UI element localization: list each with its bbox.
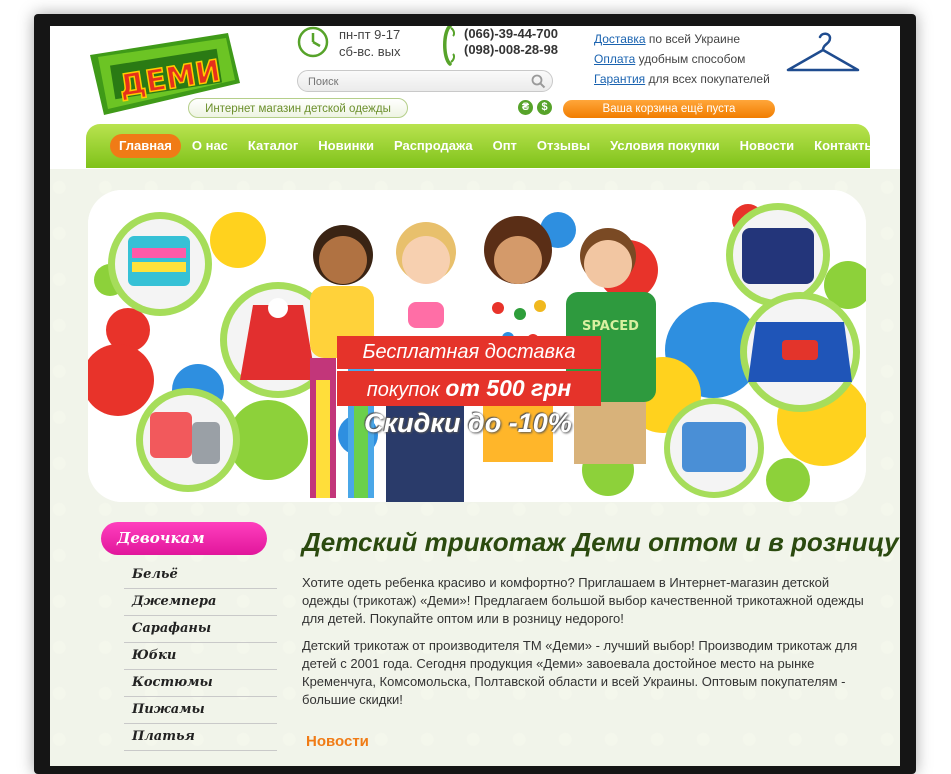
nav-items: Главная О нас Каталог Новинки Распродажа… [110, 134, 884, 158]
hanger-icon [786, 32, 860, 72]
nav-item-news[interactable]: Новости [731, 134, 804, 158]
payment-link[interactable]: Оплата [594, 52, 635, 66]
page-title: Детский трикотаж Деми оптом и в розницу [302, 527, 899, 557]
nav-item-sale[interactable]: Распродажа [385, 134, 482, 158]
web-page: ДЕМИ Интернет магазин детской одежды пн-… [50, 26, 900, 766]
currency-uah-button[interactable]: ₴ [518, 100, 533, 115]
category-list: Бельё Джемпера Сарафаны Юбки Костюмы Пиж… [124, 562, 277, 751]
nav-item-new[interactable]: Новинки [309, 134, 383, 158]
category-item-pajamas[interactable]: Пижамы [124, 697, 277, 724]
guarantee-text: для всех покупателей [645, 72, 770, 86]
delivery-text: по всей Украине [645, 32, 741, 46]
category-item-underwear[interactable]: Бельё [124, 562, 277, 589]
promo-min-order-prefix: покупок [366, 379, 446, 401]
hours-weekdays: пн-пт 9-17 [339, 27, 401, 42]
nav-item-wholesale[interactable]: Опт [484, 134, 526, 158]
search-box [297, 70, 553, 92]
nav-item-reviews[interactable]: Отзывы [528, 134, 599, 158]
phone-numbers: (066)-39-44-700 (098)-008-28-98 [464, 26, 558, 58]
promo-banner[interactable]: SPACED Бесплатная доставка покупок от 50… [88, 190, 866, 502]
category-item-dresses[interactable]: Платья [124, 724, 277, 751]
svg-text:SPACED: SPACED [582, 319, 639, 334]
category-item-sundresses[interactable]: Сарафаны [124, 616, 277, 643]
promo-min-order-value: от 500 грн [445, 375, 572, 401]
nav-item-catalog[interactable]: Каталог [239, 134, 307, 158]
category-girls-button[interactable]: Девочкам [101, 522, 267, 555]
cart-button[interactable]: Ваша корзина ещё пуста [563, 100, 775, 118]
delivery-link[interactable]: Доставка [594, 32, 646, 46]
search-input[interactable] [306, 73, 530, 91]
guarantee-link[interactable]: Гарантия [594, 72, 645, 86]
nav-item-terms[interactable]: Условия покупки [601, 134, 729, 158]
phone-icon [443, 26, 456, 66]
logo-slogan: Интернет магазин детской одежды [188, 98, 408, 118]
category-item-suits[interactable]: Костюмы [124, 670, 277, 697]
promo-free-delivery: Бесплатная доставка [337, 336, 601, 369]
promo-min-order: покупок от 500 грн [337, 371, 601, 406]
currency-usd-button[interactable]: $ [537, 100, 552, 115]
hours-weekend: сб-вс. вых [339, 44, 401, 59]
intro-paragraph-1: Хотите одеть ребенка красиво и комфортно… [302, 575, 864, 626]
category-item-jumpers[interactable]: Джемпера [124, 589, 277, 616]
nav-item-home[interactable]: Главная [110, 134, 181, 158]
news-heading[interactable]: Новости [306, 733, 369, 750]
nav-item-contacts[interactable]: Контакты [805, 134, 884, 158]
info-payment: Оплата удобным способом [594, 49, 770, 69]
phone-number-1[interactable]: (066)-39-44-700 [464, 26, 558, 42]
info-guarantee: Гарантия для всех покупателей [594, 69, 770, 89]
promo-discount: Скидки до -10% [364, 408, 572, 438]
clock-icon [297, 26, 329, 58]
working-hours: пн-пт 9-17 сб-вс. вых [339, 26, 401, 60]
main-nav: Главная О нас Каталог Новинки Распродажа… [86, 124, 875, 168]
nav-item-about[interactable]: О нас [183, 134, 237, 158]
search-icon[interactable] [531, 74, 546, 89]
info-delivery: Доставка по всей Украине [594, 29, 770, 49]
intro-paragraph-2: Детский трикотаж от производителя ТМ «Де… [302, 638, 858, 707]
info-links: Доставка по всей Украине Оплата удобным … [594, 29, 770, 89]
category-item-skirts[interactable]: Юбки [124, 643, 277, 670]
phone-number-2[interactable]: (098)-008-28-98 [464, 42, 558, 58]
payment-text: удобным способом [635, 52, 746, 66]
